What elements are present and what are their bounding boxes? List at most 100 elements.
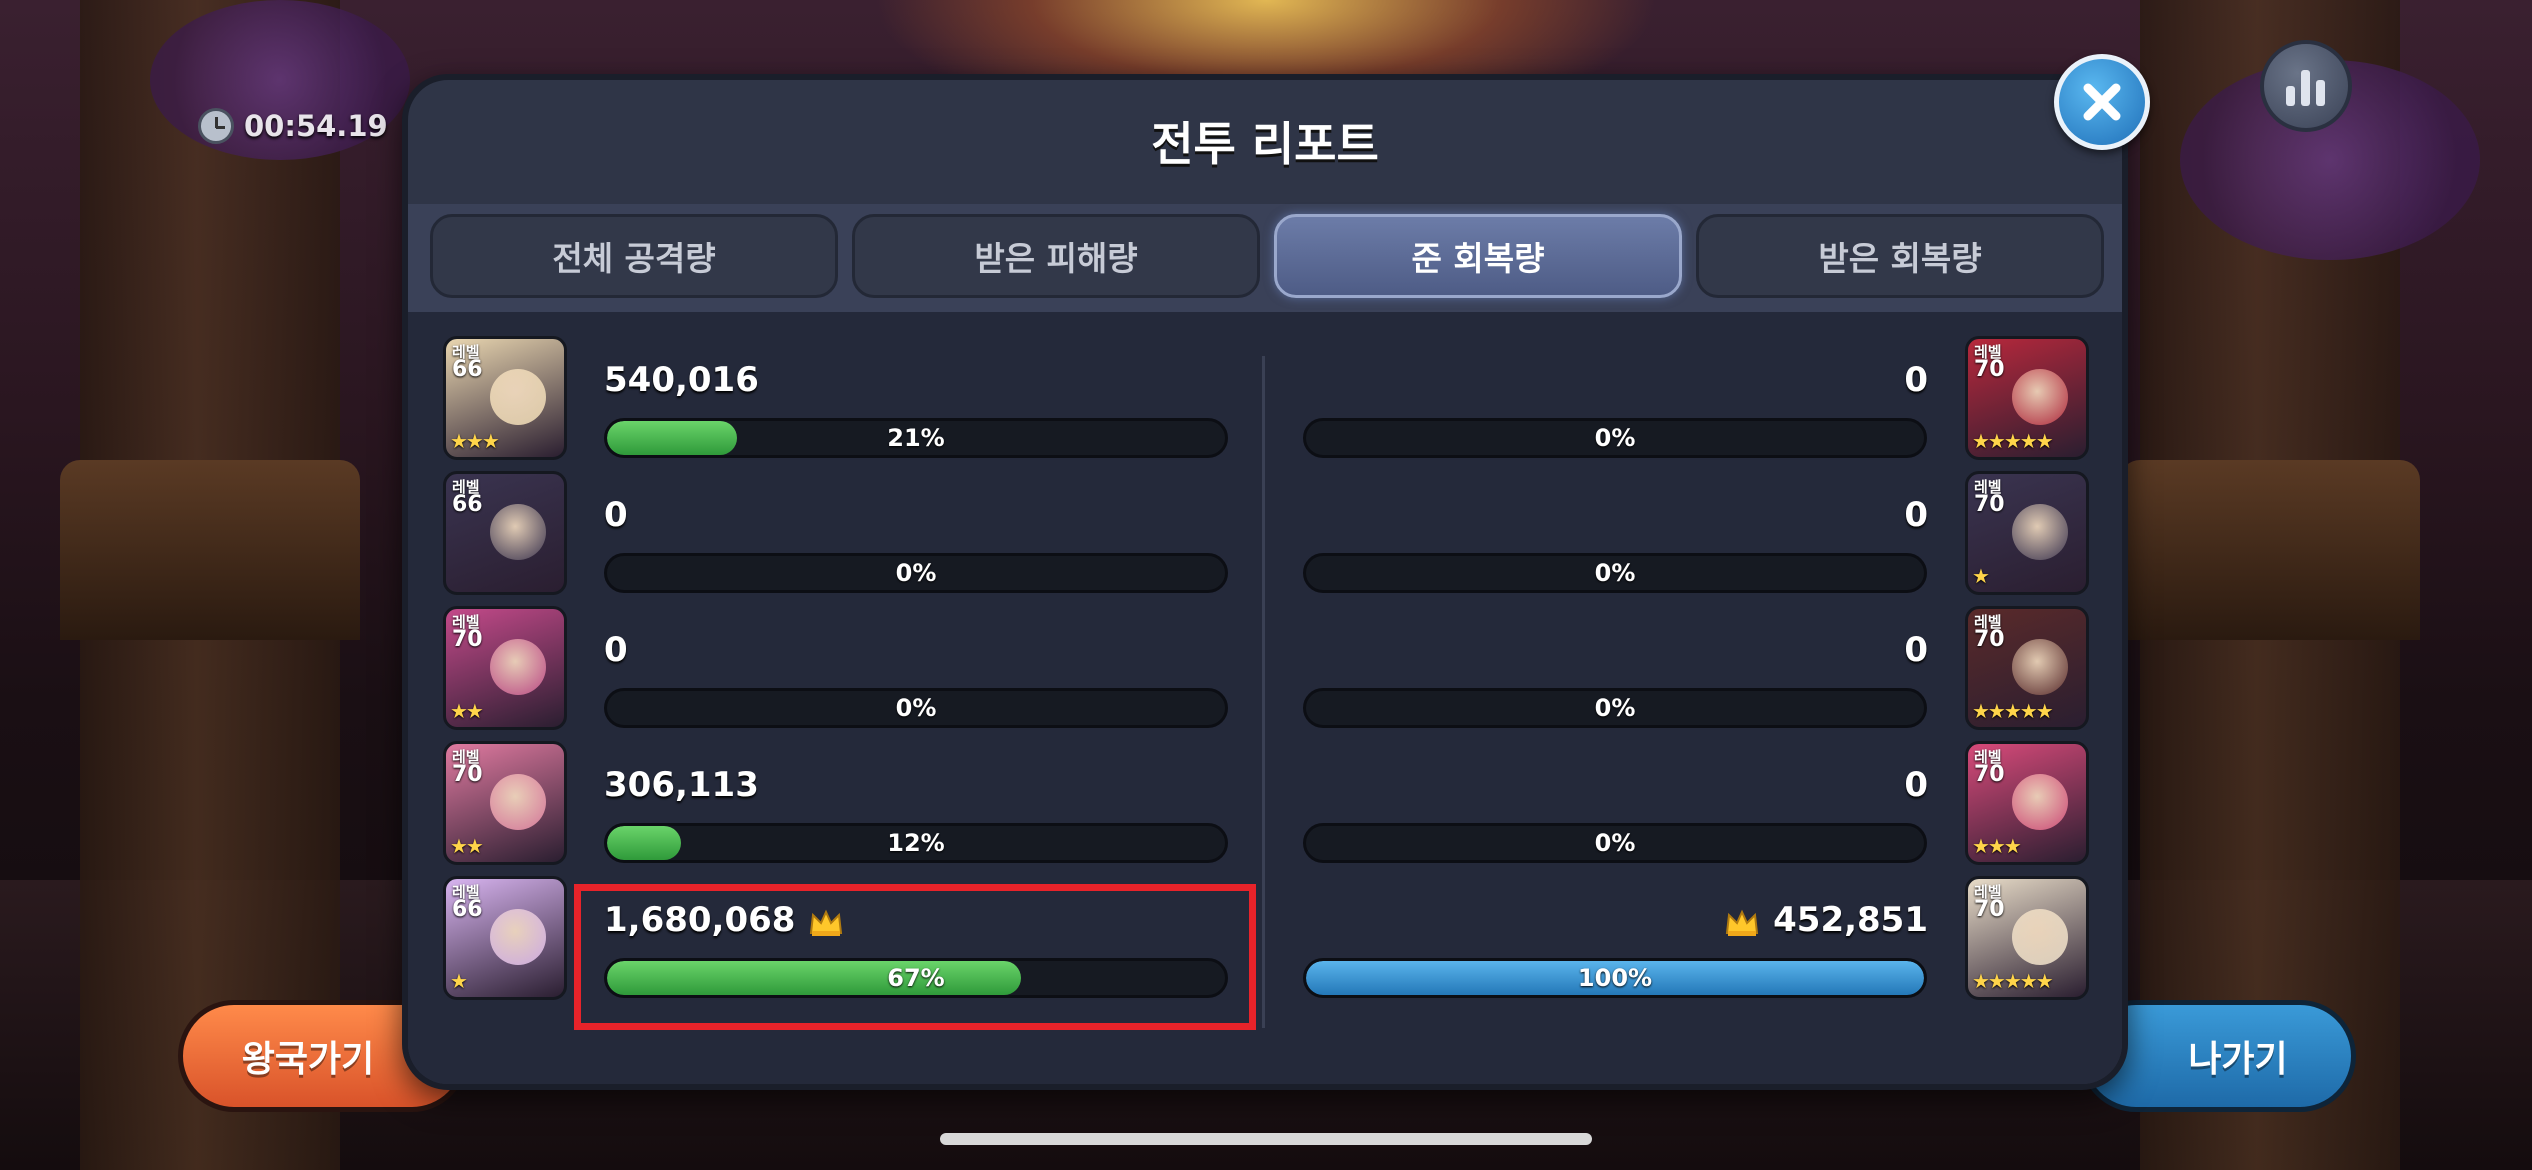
cookie-face: [490, 369, 546, 425]
cookie-face: [490, 639, 546, 695]
left-healing-bar: 0%: [604, 688, 1228, 728]
home-indicator: [940, 1133, 1592, 1145]
star-rating: ★★★★★: [1972, 429, 2054, 453]
left-healing-bar: 0%: [604, 553, 1228, 593]
level-label: 레벨 70: [1974, 748, 2005, 787]
level-label: 레벨 70: [1974, 343, 2005, 382]
right-cookie-portrait[interactable]: 레벨 70 ★★★★★: [1965, 876, 2089, 1000]
bar-percent: 0%: [1594, 829, 1636, 857]
bar-percent: 0%: [1594, 424, 1636, 452]
right-healing-amount: 452,851: [1725, 900, 1928, 940]
cookie-face: [2012, 774, 2068, 830]
exit-label: 나가기: [2188, 1039, 2288, 1080]
level-value: 70: [1974, 357, 2005, 382]
right-cookie-portrait[interactable]: 레벨 70 ★★★★★: [1965, 606, 2089, 730]
level-label: 레벨 70: [452, 748, 483, 787]
level-value: 70: [452, 627, 483, 652]
amount-value: 0: [1904, 765, 1928, 805]
right-healing-amount: 0: [1904, 630, 1928, 670]
star-rating: ★★: [450, 834, 484, 858]
level-label: 레벨 70: [1974, 478, 2005, 517]
bar-percent: 100%: [1577, 964, 1653, 992]
left-cookie-portrait[interactable]: 레벨 70 ★★: [443, 606, 567, 730]
level-label: 레벨 66: [452, 478, 483, 517]
cookie-face: [2012, 369, 2068, 425]
right-healing-bar: 0%: [1303, 553, 1927, 593]
right-healing-bar: 0%: [1303, 688, 1927, 728]
tab-damage-taken[interactable]: 받은 피해량: [852, 214, 1260, 298]
right-healing-bar: 100%: [1303, 958, 1927, 998]
right-healing-bar: 0%: [1303, 418, 1927, 458]
level-label: 레벨 70: [1974, 883, 2005, 922]
highlight-box: [574, 884, 1256, 1030]
amount-value: 540,016: [604, 360, 759, 400]
go-to-kingdom-label: 왕국가기: [241, 1039, 375, 1080]
left-cookie-portrait[interactable]: 레벨 66 ★★★: [443, 336, 567, 460]
bar-chart-icon: [2286, 70, 2325, 106]
right-cookie-portrait[interactable]: 레벨 70 ★★★: [1965, 741, 2089, 865]
left-healing-amount: 306,113: [604, 765, 759, 805]
bar-percent: 0%: [895, 694, 937, 722]
tab-healing-received[interactable]: 받은 회복량: [1696, 214, 2104, 298]
right-healing-amount: 0: [1904, 765, 1928, 805]
level-label: 레벨 66: [452, 343, 483, 382]
level-value: 70: [1974, 627, 2005, 652]
star-rating: ★★★: [1972, 834, 2022, 858]
right-cookie-portrait[interactable]: 레벨 70 ★★★★★: [1965, 336, 2089, 460]
left-healing-bar: 21%: [604, 418, 1228, 458]
tab-healing-given[interactable]: 준 회복량: [1274, 214, 1682, 298]
amount-value: 0: [1904, 630, 1928, 670]
tab-total-attack[interactable]: 전체 공격량: [430, 214, 838, 298]
bar-percent: 21%: [887, 424, 945, 452]
right-healing-amount: 0: [1904, 360, 1928, 400]
star-rating: ★★★★★: [1972, 969, 2054, 993]
background-pillar-base-right: [2120, 460, 2420, 640]
cookie-face: [490, 504, 546, 560]
level-label: 레벨 66: [452, 883, 483, 922]
level-value: 70: [1974, 762, 2005, 787]
amount-value: 0: [1904, 360, 1928, 400]
right-cookie-portrait[interactable]: 레벨 70 ★: [1965, 471, 2089, 595]
bar-percent: 0%: [895, 559, 937, 587]
amount-value: 0: [604, 495, 628, 535]
stats-button[interactable]: [2260, 40, 2352, 132]
cookie-face: [2012, 909, 2068, 965]
battle-timer: 00:54.19: [198, 108, 388, 144]
level-value: 66: [452, 492, 483, 517]
cookie-face: [2012, 504, 2068, 560]
panel-title: 전투 리포트: [1151, 117, 1379, 171]
star-rating: ★★: [450, 699, 484, 723]
level-label: 레벨 70: [452, 613, 483, 652]
clock-icon: [198, 108, 234, 144]
left-cookie-portrait[interactable]: 레벨 66: [443, 471, 567, 595]
left-healing-amount: 0: [604, 630, 628, 670]
left-cookie-portrait[interactable]: 레벨 66 ★: [443, 876, 567, 1000]
left-healing-bar: 12%: [604, 823, 1228, 863]
crown-icon: [1725, 906, 1759, 936]
amount-value: 0: [1904, 495, 1928, 535]
level-label: 레벨 70: [1974, 613, 2005, 652]
cookie-face: [490, 774, 546, 830]
right-healing-amount: 0: [1904, 495, 1928, 535]
level-value: 70: [452, 762, 483, 787]
star-rating: ★: [450, 969, 468, 993]
background-pillar-base-left: [60, 460, 360, 640]
amount-value: 452,851: [1773, 900, 1928, 940]
cookie-face: [2012, 639, 2068, 695]
star-rating: ★★★: [450, 429, 500, 453]
level-value: 66: [452, 357, 483, 382]
left-cookie-portrait[interactable]: 레벨 70 ★★: [443, 741, 567, 865]
level-value: 66: [452, 897, 483, 922]
left-healing-amount: 540,016: [604, 360, 759, 400]
timer-value: 00:54.19: [244, 109, 388, 143]
star-rating: ★: [1972, 564, 1990, 588]
bar-percent: 0%: [1594, 559, 1636, 587]
team-divider: [1262, 356, 1265, 1028]
close-button[interactable]: [2054, 54, 2150, 150]
level-value: 70: [1974, 492, 2005, 517]
amount-value: 306,113: [604, 765, 759, 805]
left-healing-amount: 0: [604, 495, 628, 535]
star-rating: ★★★★★: [1972, 699, 2054, 723]
right-healing-bar: 0%: [1303, 823, 1927, 863]
amount-value: 0: [604, 630, 628, 670]
